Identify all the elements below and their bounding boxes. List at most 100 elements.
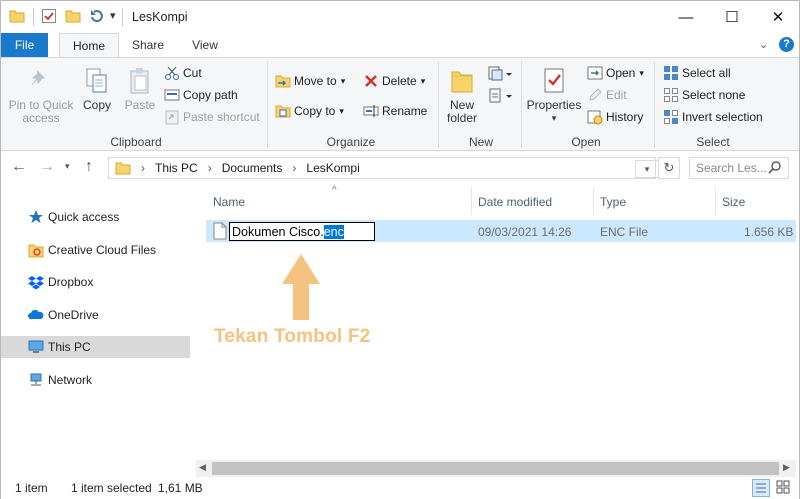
creative-cloud-folder-icon (28, 242, 44, 258)
delete-button[interactable]: Delete ▾ (363, 72, 425, 90)
paste-button[interactable]: Paste (122, 66, 158, 112)
group-label-organize: Organize (326, 135, 376, 149)
nav-item-this-pc[interactable]: This PC (1, 336, 190, 358)
easy-access-icon[interactable] (488, 88, 512, 104)
address-dropdown-icon[interactable]: ▾ (635, 160, 659, 178)
invert-selection-button[interactable]: Invert selection (663, 108, 763, 126)
large-icons-view-icon[interactable] (775, 479, 793, 497)
computer-icon (28, 339, 44, 355)
search-box[interactable]: Search Les... (689, 157, 789, 179)
select-all-button[interactable]: Select all (663, 64, 731, 82)
breadcrumb-documents[interactable]: Documents (222, 161, 283, 175)
folder-icon (9, 9, 25, 23)
history-icon (587, 109, 603, 125)
column-header-type[interactable]: Type (600, 195, 626, 209)
breadcrumb-separator-icon: › (292, 161, 297, 175)
copy-to-icon (275, 103, 291, 119)
up-arrow-icon[interactable]: ↑ (85, 158, 93, 176)
status-selected: 1 item selected (71, 481, 152, 495)
back-arrow-icon[interactable]: ← (11, 158, 27, 176)
new-folder-button[interactable]: New folder (442, 66, 482, 125)
new-folder-icon (451, 71, 473, 93)
undo-icon[interactable] (89, 8, 105, 24)
file-type: ENC File (600, 225, 649, 239)
breadcrumb-separator-icon: › (207, 161, 212, 175)
breadcrumb-leskompi[interactable]: LesKompi (306, 161, 359, 175)
invert-selection-icon (663, 109, 679, 125)
close-button[interactable]: ✕ (755, 1, 800, 33)
details-view-icon[interactable] (752, 479, 770, 497)
annotation-text: Tekan Tombol F2 (214, 326, 371, 347)
sort-ascending-icon: ^ (332, 185, 337, 196)
nav-item-dropbox[interactable]: Dropbox (1, 271, 190, 293)
move-to-button[interactable]: Move to ▾ (275, 72, 345, 90)
open-button[interactable]: Open ▾ (587, 64, 644, 82)
scroll-right-icon[interactable]: ▶ (783, 462, 790, 473)
breadcrumb-this-pc[interactable]: This PC (155, 161, 198, 175)
rename-button[interactable]: Rename (363, 102, 427, 120)
folder-icon (115, 161, 131, 175)
move-to-icon (275, 73, 291, 89)
new-folder-icon[interactable] (65, 9, 81, 23)
copy-button[interactable]: Copy (80, 66, 114, 112)
collapse-ribbon-icon[interactable]: ⌄ (759, 38, 768, 51)
tab-file[interactable]: File (1, 33, 48, 57)
column-header-size[interactable]: Size (722, 195, 745, 209)
nav-item-network[interactable]: Network (1, 369, 190, 391)
properties-button[interactable]: Properties ▾ (525, 66, 583, 125)
group-label-open: Open (571, 135, 601, 149)
help-icon[interactable]: ? (779, 37, 794, 52)
refresh-icon[interactable]: ↻ (658, 157, 680, 179)
rename-text-extension: enc (323, 224, 344, 239)
tab-home[interactable]: Home (59, 33, 119, 58)
annotation-arrow-icon (280, 252, 322, 322)
nav-item-creative-cloud[interactable]: Creative Cloud Files (1, 239, 190, 261)
forward-arrow-icon[interactable]: → (39, 158, 55, 176)
tab-view[interactable]: View (181, 33, 229, 57)
column-header-name[interactable]: Name (213, 195, 245, 209)
ribbon-tabs: File Home Share View ⌄ ? (1, 33, 799, 58)
window-title: LesKompi (132, 10, 188, 24)
nav-item-quick-access[interactable]: Quick access (1, 206, 190, 228)
title-bar: ▾ LesKompi — ☐ ✕ (1, 1, 799, 33)
paste-shortcut-icon (164, 109, 180, 125)
edit-button[interactable]: Edit (587, 86, 627, 104)
file-date: 09/03/2021 14:26 (478, 225, 572, 239)
status-bar: 1 item 1 item selected 1,61 MB (1, 478, 799, 499)
address-bar[interactable]: › This PC › Documents › LesKompi (108, 157, 656, 179)
scroll-left-icon[interactable]: ◀ (199, 462, 206, 473)
column-header-date[interactable]: Date modified (478, 195, 552, 209)
tab-share[interactable]: Share (123, 33, 173, 57)
copy-path-icon (164, 87, 180, 103)
qat-dropdown-icon[interactable]: ▾ (110, 9, 116, 22)
cut-button[interactable]: Cut (164, 64, 202, 82)
search-placeholder: Search Les... (696, 161, 767, 175)
status-item-count: 1 item (15, 481, 48, 495)
onedrive-cloud-icon (28, 307, 44, 323)
rename-text-base: Dokumen Cisco. (232, 224, 324, 239)
recent-locations-icon[interactable]: ▾ (65, 161, 70, 172)
properties-icon[interactable] (41, 8, 57, 24)
scrollbar-thumb[interactable] (212, 462, 779, 475)
rename-input[interactable]: Dokumen Cisco. enc (229, 222, 375, 241)
copy-path-button[interactable]: Copy path (164, 86, 238, 104)
new-item-icon[interactable] (488, 66, 512, 82)
properties-icon (544, 68, 564, 93)
group-label-clipboard: Clipboard (110, 135, 162, 149)
paste-shortcut-button[interactable]: Paste shortcut (164, 108, 260, 126)
group-label-new: New (468, 135, 493, 149)
group-label-select: Select (696, 135, 730, 149)
file-size: 1.656 KB (744, 225, 794, 239)
network-icon (28, 372, 44, 388)
history-button[interactable]: History (587, 108, 643, 126)
open-icon (587, 65, 603, 81)
nav-item-onedrive[interactable]: OneDrive (1, 304, 190, 326)
pin-quick-access-button[interactable]: Pin to Quick access (6, 66, 76, 125)
search-icon (768, 160, 782, 174)
maximize-button[interactable]: ☐ (709, 1, 755, 33)
copy-icon (86, 68, 107, 93)
dropbox-icon (28, 274, 44, 290)
minimize-button[interactable]: — (663, 1, 709, 33)
select-none-button[interactable]: Select none (663, 86, 745, 104)
copy-to-button[interactable]: Copy to ▾ (275, 102, 344, 120)
